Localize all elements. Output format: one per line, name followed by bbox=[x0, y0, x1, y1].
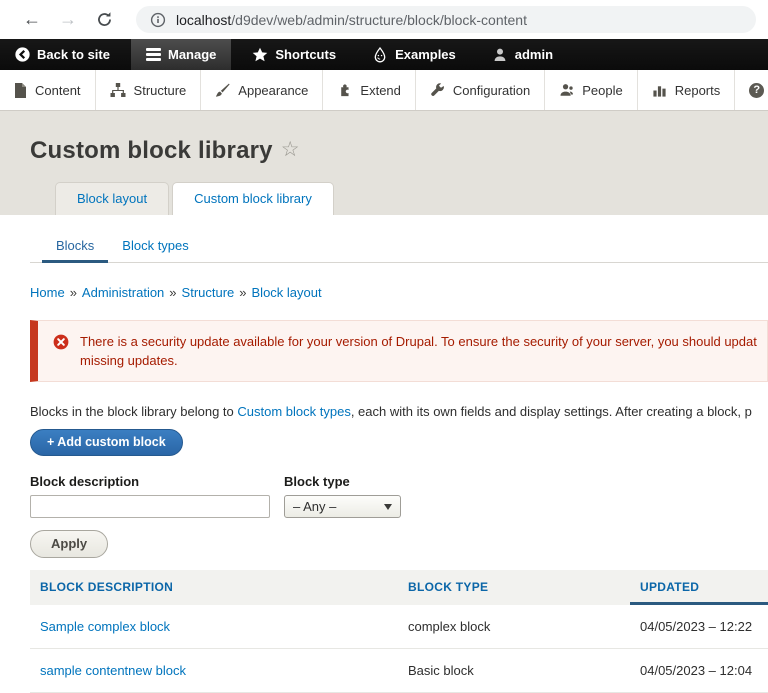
menu-item-help[interactable]: ? He bbox=[735, 70, 768, 110]
back-to-site-label: Back to site bbox=[37, 47, 110, 62]
breadcrumb-administration[interactable]: Administration bbox=[82, 285, 164, 300]
error-icon bbox=[53, 334, 69, 355]
examples-button[interactable]: Examples bbox=[357, 39, 471, 70]
block-type-select[interactable]: – Any – bbox=[284, 495, 401, 518]
custom-block-types-link[interactable]: Custom block types bbox=[237, 404, 350, 419]
admin-user-label: admin bbox=[514, 47, 554, 62]
header-block-description[interactable]: BLOCK DESCRIPTION bbox=[30, 570, 398, 605]
paintbrush-icon bbox=[216, 83, 230, 97]
menu-item-reports[interactable]: Reports bbox=[638, 70, 736, 110]
updated-cell: 04/05/2023 – 12:04 bbox=[630, 649, 768, 693]
block-description-input[interactable] bbox=[30, 495, 270, 518]
intro-after-link: , each with its own fields and display s… bbox=[350, 404, 752, 419]
breadcrumb-block-layout[interactable]: Block layout bbox=[252, 285, 322, 300]
menu-label-structure: Structure bbox=[133, 82, 187, 98]
wrench-icon bbox=[431, 82, 444, 96]
secondary-tabs: Blocks Block types bbox=[30, 233, 768, 263]
page-header: Custom block library ☆ Block layout Custo… bbox=[0, 111, 768, 215]
favorite-star-icon[interactable]: ☆ bbox=[281, 138, 300, 161]
admin-user-button[interactable]: admin bbox=[477, 39, 568, 70]
add-custom-block-button[interactable]: + Add custom block bbox=[30, 429, 183, 456]
primary-tabs: Block layout Custom block library bbox=[55, 182, 337, 215]
page-title-text: Custom block library bbox=[30, 137, 273, 164]
menu-label-extend: Extend bbox=[360, 82, 401, 98]
info-icon bbox=[150, 12, 166, 27]
error-message-line1: There is a security update available for… bbox=[80, 334, 757, 349]
back-arrow-icon bbox=[15, 47, 30, 62]
breadcrumb-structure[interactable]: Structure bbox=[182, 285, 235, 300]
hamburger-icon bbox=[145, 46, 161, 63]
menu-item-people[interactable]: People bbox=[545, 70, 638, 110]
tab-blocks[interactable]: Blocks bbox=[42, 233, 109, 263]
main-content: Blocks Block types Home » Administration » S… bbox=[0, 215, 768, 693]
tab-block-layout[interactable]: Block layout bbox=[55, 182, 170, 215]
block-type-cell: Basic block bbox=[398, 649, 630, 693]
browser-back-icon[interactable]: ← bbox=[22, 9, 42, 30]
examples-label: Examples bbox=[395, 47, 456, 62]
menu-item-appearance[interactable]: Appearance bbox=[201, 70, 324, 110]
intro-text: Blocks in the block library belong to Cu… bbox=[30, 404, 768, 419]
browser-toolbar: ← → localhost/d9dev/web/admin/structure/… bbox=[0, 0, 768, 39]
updated-cell: 04/05/2023 – 12:22 bbox=[630, 605, 768, 649]
tab-custom-block-library[interactable]: Custom block library bbox=[172, 182, 334, 215]
menu-label-content: Content bbox=[35, 82, 81, 98]
breadcrumb: Home » Administration » Structure » Block layo… bbox=[30, 285, 768, 300]
address-bar[interactable]: localhost/d9dev/web/admin/structure/bloc… bbox=[136, 6, 756, 33]
browser-forward-icon[interactable]: → bbox=[58, 9, 78, 30]
block-type-label: Block type bbox=[284, 474, 350, 489]
menu-item-structure[interactable]: Structure bbox=[96, 70, 202, 110]
droplet-icon bbox=[374, 46, 386, 62]
user-icon bbox=[494, 48, 506, 61]
star-icon bbox=[253, 47, 268, 61]
menu-item-content[interactable]: Content bbox=[0, 70, 96, 110]
header-block-type[interactable]: BLOCK TYPE bbox=[398, 570, 630, 605]
menu-item-configuration[interactable]: Configuration bbox=[416, 70, 546, 110]
filter-form: Block description Block type – Any – bbox=[30, 474, 768, 518]
menu-label-appearance: Appearance bbox=[238, 82, 309, 98]
blocks-table: BLOCK DESCRIPTION BLOCK TYPE UPDATED Sam… bbox=[30, 570, 768, 693]
table-header-row: BLOCK DESCRIPTION BLOCK TYPE UPDATED bbox=[30, 570, 768, 605]
table-row: sample contentnew block Basic block 04/0… bbox=[30, 649, 768, 693]
security-update-warning: There is a security update available for… bbox=[30, 320, 768, 382]
error-message-line2: missing updates. bbox=[80, 353, 178, 368]
breadcrumb-home[interactable]: Home bbox=[30, 285, 65, 300]
people-icon bbox=[560, 83, 574, 96]
breadcrumb-separator: » bbox=[239, 285, 247, 300]
intro-before-link: Blocks in the block library belong to bbox=[30, 404, 238, 419]
sitemap-icon bbox=[110, 82, 126, 97]
menu-item-extend[interactable]: Extend bbox=[323, 70, 416, 110]
menu-label-people: People bbox=[582, 82, 623, 98]
breadcrumb-separator: » bbox=[169, 285, 177, 300]
menu-label-reports: Reports bbox=[674, 82, 721, 98]
manage-button[interactable]: Manage bbox=[130, 39, 232, 70]
apply-button[interactable]: Apply bbox=[30, 530, 109, 558]
browser-reload-icon[interactable] bbox=[94, 10, 114, 30]
puzzle-icon bbox=[341, 83, 349, 96]
url-path: /d9dev/web/admin/structure/block/block-c… bbox=[231, 11, 527, 28]
bar-chart-icon bbox=[653, 85, 666, 97]
block-type-selected-value: – Any – bbox=[293, 499, 337, 514]
manage-label: Manage bbox=[167, 47, 217, 62]
menu-label-configuration: Configuration bbox=[452, 82, 531, 98]
shortcuts-label: Shortcuts bbox=[275, 47, 337, 62]
drupal-admin-toolbar: Back to site Manage Shortcuts Examples a… bbox=[0, 39, 768, 70]
shortcuts-button[interactable]: Shortcuts bbox=[237, 39, 351, 70]
chevron-down-icon bbox=[384, 503, 392, 510]
header-updated[interactable]: UPDATED bbox=[630, 570, 768, 605]
url-host: localhost bbox=[176, 11, 232, 28]
block-type-cell: complex block bbox=[398, 605, 630, 649]
question-icon: ? bbox=[749, 82, 765, 98]
tab-block-types[interactable]: Block types bbox=[108, 233, 202, 263]
breadcrumb-separator: » bbox=[69, 285, 77, 300]
table-row: Sample complex block complex block 04/05… bbox=[30, 605, 768, 649]
url-text: localhost/d9dev/web/admin/structure/bloc… bbox=[176, 12, 527, 28]
file-icon bbox=[15, 82, 26, 98]
block-link[interactable]: sample contentnew block bbox=[40, 663, 186, 678]
admin-menu-bar: Content Structure Appearance Extend Conf… bbox=[0, 70, 768, 111]
block-description-label: Block description bbox=[30, 474, 140, 489]
back-to-site-button[interactable]: Back to site bbox=[0, 39, 125, 70]
page-title: Custom block library ☆ bbox=[30, 137, 300, 165]
block-link[interactable]: Sample complex block bbox=[40, 619, 170, 634]
